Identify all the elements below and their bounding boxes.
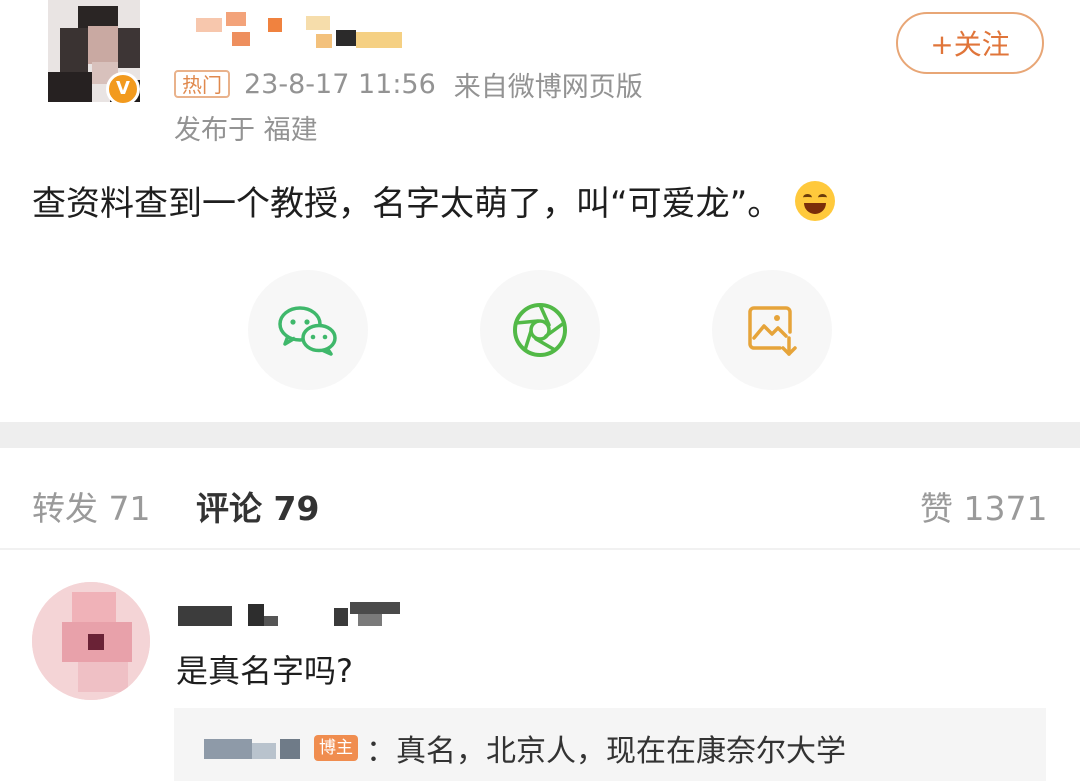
wechat-icon [278,306,337,356]
section-divider [0,422,1080,448]
comment-text: 是真名字吗? [176,652,353,690]
hot-tag-badge[interactable]: 热门 [174,70,230,98]
tab-repost[interactable]: 转发 71 [32,482,150,530]
tab-comments[interactable]: 评论 79 [196,482,319,530]
verified-badge-icon: V [106,72,140,106]
reply-author-redacted[interactable] [204,735,308,761]
post-meta: 热门 23-8-17 11:56 来自微博网页版 [174,66,661,103]
image-download-icon [748,306,797,356]
follow-button[interactable]: +关注 [896,12,1044,74]
post-location: 发布于 福建 [174,115,318,146]
commenter-name-redacted[interactable] [178,600,408,628]
author-name-redacted[interactable] [196,12,406,52]
save-image-button[interactable] [712,270,832,390]
post-content: 查资料查到一个教授，名字太萌了，叫“可爱龙”。 [32,176,836,225]
moments-share-button[interactable] [480,270,600,390]
post-text: 查资料查到一个教授，名字太萌了，叫“可爱龙”。 [32,184,782,224]
tab-likes[interactable]: 赞 1371 [920,482,1047,530]
aperture-icon [513,303,567,357]
post-source: 来自微博网页版 [453,71,643,103]
author-badge: 博主 [314,735,358,761]
laugh-cry-emoji-icon [795,180,836,221]
reply-text: ：真名，北京人，现在在康奈尔大学 [366,734,846,769]
reply-box[interactable]: 博主 ：真名，北京人，现在在康奈尔大学 [174,708,1046,781]
post-timestamp: 23-8-17 11:56 [244,68,436,100]
commenter-avatar[interactable] [32,582,150,700]
wechat-share-button[interactable] [248,270,368,390]
tab-divider [0,548,1080,550]
